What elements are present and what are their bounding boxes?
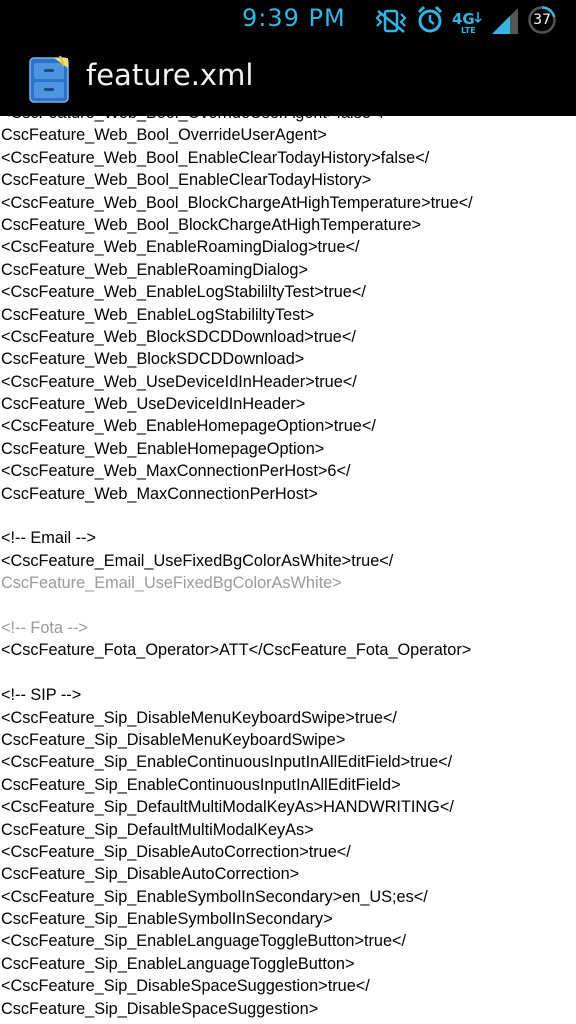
- vibrate-icon: [374, 8, 408, 38]
- file-lines: <CscFeature_Web_Bool_OverrideUserAgent>f…: [0, 116, 576, 1020]
- code-line: <CscFeature_Sip_DisableSpaceSuggestion>t…: [1, 977, 370, 996]
- code-line: CscFeature_Sip_DisableMenuKeyboardSwipe>: [1, 730, 346, 749]
- code-line: <CscFeature_Sip_DefaultMultiModalKeyAs>H…: [1, 798, 454, 817]
- code-line: <CscFeature_Web_UseDeviceIdInHeader>true…: [1, 372, 357, 391]
- status-time: 9:39 PM: [242, 4, 346, 32]
- code-line: <CscFeature_Web_EnableHomepageOption>tru…: [1, 417, 376, 436]
- battery-icon: 37: [528, 6, 556, 34]
- code-line: <CscFeature_Web_MaxConnectionPerHost>6</: [1, 462, 351, 481]
- alarm-icon: [416, 5, 444, 39]
- 4g-lte-icon: 4G LTE: [452, 8, 484, 38]
- code-line: <CscFeature_Web_BlockSDCDDownload>true</: [1, 327, 356, 346]
- file-content[interactable]: <CscFeature_Web_Bool_OverrideUserAgent>f…: [0, 116, 576, 1024]
- code-line: CscFeature_Web_EnableLogStabililtyTest>: [1, 305, 315, 324]
- code-line: CscFeature_Web_EnableHomepageOption>: [1, 439, 325, 458]
- code-line: CscFeature_Web_UseDeviceIdInHeader>: [1, 395, 306, 414]
- code-line: <!-- SIP -->: [1, 686, 82, 705]
- code-line: CscFeature_Web_BlockSDCDDownload>: [1, 350, 305, 369]
- code-line: CscFeature_Sip_DisableSpaceSuggestion>: [1, 999, 319, 1018]
- code-line: <CscFeature_Web_EnableRoamingDialog>true…: [1, 238, 360, 257]
- code-line: <CscFeature_Sip_EnableLanguageToggleButt…: [1, 932, 407, 951]
- code-line: <!-- Email -->: [1, 529, 96, 548]
- battery-level: 37: [533, 12, 551, 28]
- code-line: <CscFeature_Sip_DisableAutoCorrection>tr…: [1, 842, 351, 861]
- code-line: CscFeature_Sip_EnableSymbolInSecondary>: [1, 910, 333, 929]
- code-line: CscFeature_Web_Bool_EnableClearTodayHist…: [1, 171, 372, 190]
- code-line: <CscFeature_Web_Bool_BlockChargeAtHighTe…: [1, 193, 473, 212]
- status-bar: 9:39 PM 4G LTE 37: [0, 0, 576, 40]
- action-bar: feature.xml: [0, 40, 576, 116]
- code-line: <CscFeature_Sip_DisableMenuKeyboardSwipe…: [1, 708, 397, 727]
- code-line: <CscFeature_Fota_Operator>ATT</CscFeatur…: [1, 641, 472, 660]
- code-line: <CscFeature_Web_Bool_EnableClearTodayHis…: [1, 148, 430, 167]
- code-line: CscFeature_Sip_EnableLanguageToggleButto…: [1, 954, 355, 973]
- code-line: CscFeature_Sip_EnableContinuousInputInAl…: [1, 775, 401, 794]
- app-title: feature.xml: [86, 58, 254, 92]
- code-line: <CscFeature_Web_Bool_OverrideUserAgent>f…: [0, 116, 576, 124]
- code-line: CscFeature_Web_EnableRoamingDialog>: [1, 260, 308, 279]
- code-line: <!-- Fota -->: [1, 618, 88, 637]
- code-line: CscFeature_Web_Bool_OverrideUserAgent>: [1, 126, 327, 145]
- signal-icon: [490, 6, 520, 38]
- svg-text:LTE: LTE: [461, 26, 476, 34]
- code-line: <CscFeature_Email_UseFixedBgColorAsWhite…: [1, 551, 394, 570]
- code-line: CscFeature_Web_MaxConnectionPerHost>: [1, 484, 318, 503]
- code-line: <CscFeature_Sip_EnableSymbolInSecondary>…: [1, 887, 428, 906]
- code-line: <CscFeature_Sip_EnableContinuousInputInA…: [1, 753, 453, 772]
- code-line: CscFeature_Sip_DisableAutoCorrection>: [1, 865, 300, 884]
- code-line: <CscFeature_Web_EnableLogStabililtyTest>…: [1, 283, 366, 302]
- code-line: CscFeature_Web_Bool_BlockChargeAtHighTem…: [1, 215, 422, 234]
- code-line: CscFeature_Email_UseFixedBgColorAsWhite>: [1, 574, 342, 593]
- file-cabinet-icon[interactable]: [24, 54, 74, 104]
- code-line: CscFeature_Sip_DefaultMultiModalKeyAs>: [1, 820, 314, 839]
